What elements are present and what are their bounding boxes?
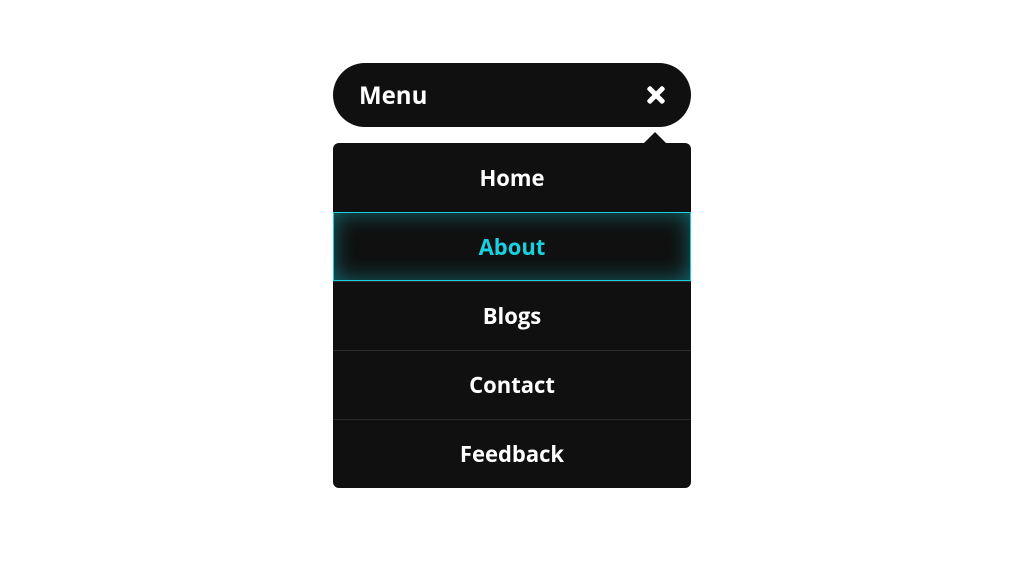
menu-item-feedback[interactable]: Feedback	[333, 419, 691, 488]
close-icon[interactable]	[645, 84, 667, 106]
menu-item-about[interactable]: About	[333, 212, 691, 281]
menu-item-label: Feedback	[460, 439, 564, 469]
menu-item-label: Home	[479, 163, 544, 193]
menu-component: Menu Home About Blogs Contact Feedback	[333, 63, 691, 488]
menu-item-blogs[interactable]: Blogs	[333, 281, 691, 350]
menu-item-contact[interactable]: Contact	[333, 350, 691, 419]
menu-toggle[interactable]: Menu	[333, 63, 691, 127]
menu-item-home[interactable]: Home	[333, 143, 691, 212]
menu-dropdown: Home About Blogs Contact Feedback	[333, 143, 691, 488]
menu-item-label: Blogs	[483, 301, 541, 331]
menu-toggle-label: Menu	[359, 79, 427, 112]
menu-item-label: Contact	[469, 370, 555, 400]
menu-item-label: About	[479, 232, 546, 262]
